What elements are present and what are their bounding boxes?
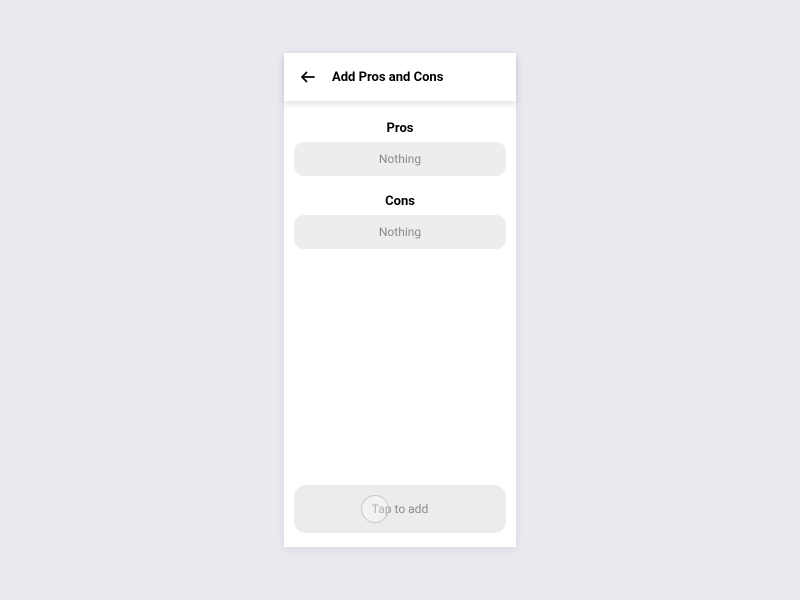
- cons-empty-pill[interactable]: Nothing: [294, 215, 506, 249]
- pros-header: Pros: [294, 121, 506, 136]
- add-button-label: Tap to add: [372, 502, 428, 516]
- app-screen: Add Pros and Cons Pros Nothing Cons Noth…: [284, 53, 516, 547]
- back-button[interactable]: [296, 65, 320, 89]
- arrow-left-icon: [299, 68, 317, 86]
- spacer: [294, 259, 506, 485]
- tap-to-add-button[interactable]: Tap to add: [294, 485, 506, 533]
- appbar-title: Add Pros and Cons: [332, 70, 443, 85]
- appbar: Add Pros and Cons: [284, 53, 516, 101]
- pros-empty-pill[interactable]: Nothing: [294, 142, 506, 176]
- cons-header: Cons: [294, 194, 506, 209]
- content-area: Pros Nothing Cons Nothing Tap to add: [284, 101, 516, 547]
